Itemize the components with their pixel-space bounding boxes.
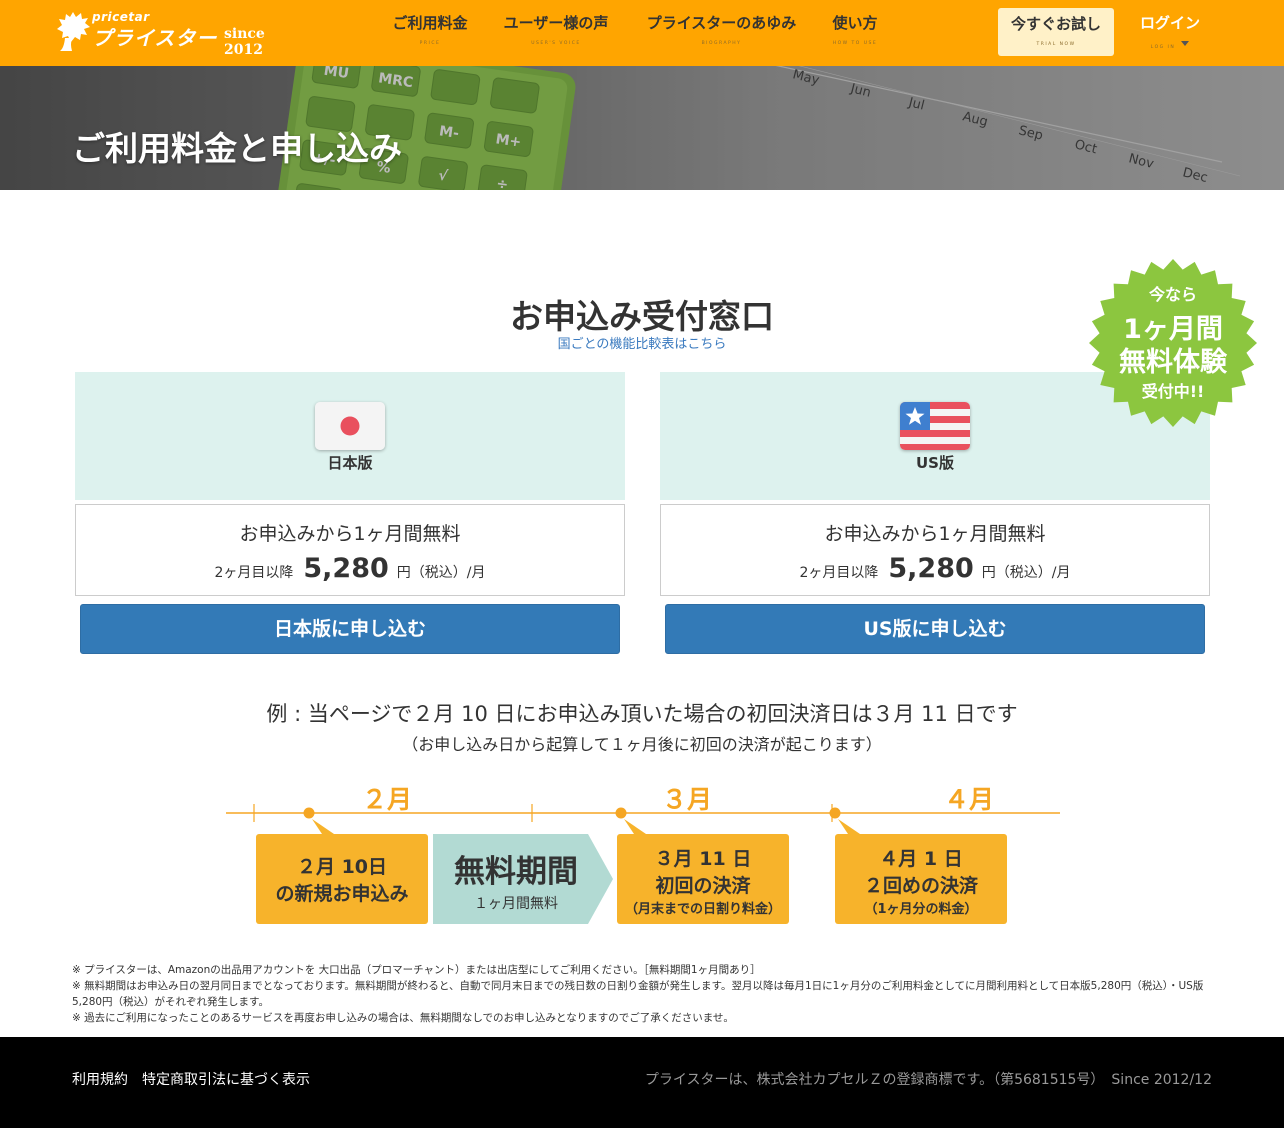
apply-japan-button[interactable]: 日本版に申し込む bbox=[80, 604, 620, 654]
timeline-signup-box: ２月 10日 の新規お申込み bbox=[256, 834, 428, 924]
nav-price-label: ご利用料金 bbox=[392, 14, 468, 32]
first-payment-date: ３月 11 日 bbox=[654, 848, 752, 870]
timeline-second-payment-box: ４月 1 日 ２回めの決済 （1ヶ月分の料金） bbox=[835, 834, 1007, 924]
nav-biography-label: プライスターのあゆみ bbox=[646, 14, 797, 32]
badge-line3: 無料体験 bbox=[1119, 347, 1227, 378]
nav-voice-label: ユーザー様の声 bbox=[503, 14, 609, 32]
footer-copyright: プライスターは、株式会社カプセルＺの登録商標です。（第5681515号） Sin… bbox=[644, 1072, 1212, 1088]
plan-japan: 日本版 お申込みから1ヶ月間無料 2ヶ月目以降 5,280 円（税込）/月 日本版に… bbox=[75, 372, 625, 654]
example-title: 例 : 当ページで２月 10 日にお申込み頂いた場合の初回決済日は３月 11 日… bbox=[266, 702, 1018, 726]
trial-now-label: 今すぐお試し bbox=[1010, 15, 1101, 33]
site-header: pricetar プライスター since 2012 ご利用料金 PRICE ユ… bbox=[0, 0, 1284, 66]
plan-japan-price-box: お申込みから1ヶ月間無料 2ヶ月目以降 5,280 円（税込）/月 bbox=[75, 504, 625, 596]
timeline-first-payment-box: ３月 11 日 初回の決済 （月末までの日割り料金） bbox=[617, 834, 789, 924]
nav-voice[interactable]: ユーザー様の声 USER'S VOICE bbox=[500, 12, 612, 46]
plan-japan-free-text: お申込みから1ヶ月間無料 bbox=[239, 523, 461, 545]
nav-voice-sub: USER'S VOICE bbox=[531, 41, 581, 46]
plan-japan-price-suffix: 円（税込）/月 bbox=[396, 565, 486, 581]
login-button[interactable]: ログイン LOG IN bbox=[1138, 12, 1202, 52]
plan-us-price-suffix: 円（税込）/月 bbox=[981, 565, 1071, 581]
free-period-sub: １ヶ月間無料 bbox=[474, 896, 558, 912]
nav-biography[interactable]: プライスターのあゆみ BIOGRAPHY bbox=[641, 12, 802, 46]
signup-date: ２月 10日 bbox=[296, 856, 388, 878]
first-payment-note: （月末までの日割り料金） bbox=[624, 902, 781, 917]
site-footer: 利用規約 特定商取引法に基づく表示 プライスターは、株式会社カプセルＺの登録商標… bbox=[0, 1037, 1284, 1128]
mascot-icon bbox=[57, 12, 90, 51]
japan-flag-icon bbox=[315, 402, 385, 450]
login-sub: LOG IN bbox=[1150, 45, 1176, 50]
nav-price-sub: PRICE bbox=[419, 41, 441, 46]
note-item: ※ プライスターは、Amazonの出品用アカウントを 大口出品（プロマーチャント… bbox=[72, 964, 761, 976]
second-payment-label: ２回めの決済 bbox=[863, 875, 978, 897]
nav-howto-label: 使い方 bbox=[832, 14, 878, 32]
example-subtitle: （お申し込み日から起算して１ヶ月後に初回の決済が起こります） bbox=[402, 735, 882, 754]
plan-us-price-box: お申込みから1ヶ月間無料 2ヶ月目以降 5,280 円（税込）/月 bbox=[660, 504, 1210, 596]
badge-line4: 受付中!! bbox=[1141, 382, 1205, 401]
plan-japan-price-prefix: 2ヶ月目以降 bbox=[214, 565, 294, 581]
second-payment-note: （1ヶ月分の料金） bbox=[864, 902, 978, 917]
second-payment-date: ４月 1 日 bbox=[879, 848, 963, 870]
plan-japan-price: 5,280 bbox=[303, 553, 389, 584]
plan-japan-name: 日本版 bbox=[327, 454, 373, 472]
footer-tokusho-link[interactable]: 特定商取引法に基づく表示 bbox=[142, 1069, 310, 1089]
plan-us-price-row: 2ヶ月目以降 5,280 円（税込）/月 bbox=[661, 553, 1209, 584]
timeline-free-period: 無料期間 １ヶ月間無料 bbox=[433, 834, 599, 913]
first-payment-label: 初回の決済 bbox=[655, 875, 751, 897]
logo-since-text: since 2012 bbox=[224, 26, 265, 58]
us-flag-icon bbox=[900, 402, 970, 450]
plan-us-price: 5,280 bbox=[888, 553, 974, 584]
plan-japan-price-row: 2ヶ月目以降 5,280 円（税込）/月 bbox=[76, 553, 624, 584]
apply-us-button[interactable]: US版に申し込む bbox=[665, 604, 1205, 654]
footer-terms-link[interactable]: 利用規約 bbox=[72, 1069, 128, 1089]
plan-us-name: US版 bbox=[916, 454, 954, 472]
notes: ※ プライスターは、Amazonの出品用アカウントを 大口出品（プロマーチャント… bbox=[72, 962, 1212, 1026]
trial-now-sub: TRIAL NOW bbox=[1036, 42, 1076, 47]
page-title: ご利用料金と申し込み bbox=[72, 129, 402, 168]
site-logo[interactable]: pricetar プライスター since 2012 bbox=[56, 8, 306, 58]
logo-main-text: プライスター bbox=[92, 26, 218, 50]
hero-banner: May Jun Jul Aug Sep Oct Nov Dec bbox=[0, 66, 1284, 190]
plan-us-free-text: お申込みから1ヶ月間無料 bbox=[824, 523, 1046, 545]
badge-line1: 今なら bbox=[1148, 285, 1197, 304]
nav-biography-sub: BIOGRAPHY bbox=[701, 41, 742, 46]
login-label: ログイン bbox=[1139, 14, 1200, 32]
nav-price[interactable]: ご利用料金 PRICE bbox=[390, 12, 470, 46]
plan-us-price-prefix: 2ヶ月目以降 bbox=[799, 565, 879, 581]
signup-label: の新規お申込み bbox=[275, 883, 409, 905]
free-trial-badge: 今なら 1ヶ月間 無料体験 受付中!! bbox=[1088, 258, 1258, 428]
nav-howto[interactable]: 使い方 HOW TO USE bbox=[831, 12, 879, 46]
chevron-down-icon bbox=[1181, 41, 1190, 46]
nav-howto-sub: HOW TO USE bbox=[832, 41, 878, 46]
timeline-month-feb: ２月 bbox=[362, 785, 413, 814]
note-item: ※ 無料期間はお申込み日の翌月同日までとなっております。無料期間が終わると、自動… bbox=[72, 980, 1204, 1008]
timeline-month-mar: ３月 bbox=[662, 785, 713, 814]
note-item: ※ 過去にご利用になったことのあるサービスを再度お申し込みの場合は、無料期間なし… bbox=[72, 1012, 734, 1024]
timeline-month-apr: ４月 bbox=[944, 785, 995, 814]
billing-timeline: ２月 ３月 ４月 ２月 10日 の新規お申込み 無料期間 １ヶ月間無料 ３月 1… bbox=[222, 776, 1062, 932]
plan-japan-header: 日本版 bbox=[75, 372, 625, 500]
trial-now-button[interactable]: 今すぐお試し TRIAL NOW bbox=[998, 8, 1114, 56]
free-period-label: 無料期間 bbox=[454, 854, 578, 890]
